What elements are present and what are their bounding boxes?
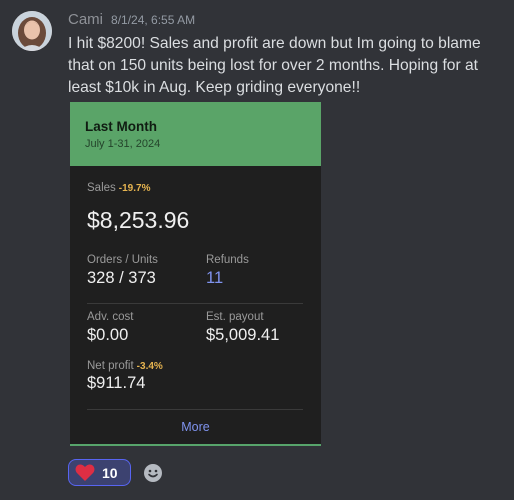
orders-units-label: Orders / Units <box>87 254 158 266</box>
divider <box>87 409 303 410</box>
refunds-value[interactable]: 11 <box>206 269 223 288</box>
chat-message: Cami 8/1/24, 6:55 AM I hit $8200! Sales … <box>0 0 514 500</box>
sales-label: Sales -19.7% <box>87 182 150 194</box>
heart-reaction[interactable]: 10 <box>68 459 131 486</box>
refunds-label: Refunds <box>206 254 249 266</box>
card-header: Last Month July 1-31, 2024 <box>70 102 321 166</box>
sales-value: $8,253.96 <box>87 207 190 233</box>
card-date-range: July 1-31, 2024 <box>85 138 161 150</box>
divider <box>87 303 303 304</box>
heart-icon <box>75 463 95 481</box>
message-header: Cami 8/1/24, 6:55 AM <box>68 11 195 28</box>
reaction-count: 10 <box>102 464 118 481</box>
timestamp: 8/1/24, 6:55 AM <box>111 13 196 27</box>
net-profit-label-text: Net profit <box>87 360 134 372</box>
more-button[interactable]: More <box>70 420 321 434</box>
sales-change: -19.7% <box>118 183 151 194</box>
adv-cost-value: $0.00 <box>87 326 129 344</box>
message-text: I hit $8200! Sales and profit are down b… <box>68 35 481 96</box>
orders-units-value: 328 / 373 <box>87 269 156 287</box>
smiley-face-icon <box>144 464 162 482</box>
add-reaction-button[interactable] <box>143 463 163 483</box>
avatar[interactable] <box>12 11 52 51</box>
username[interactable]: Cami <box>68 11 103 28</box>
net-profit-value: $911.74 <box>87 374 146 392</box>
net-profit-change: -3.4% <box>136 361 163 372</box>
card-title: Last Month <box>85 119 157 134</box>
est-payout-value: $5,009.41 <box>206 326 280 344</box>
est-payout-label: Est. payout <box>206 311 264 323</box>
adv-cost-label: Adv. cost <box>87 311 134 323</box>
stats-embed-card: Last Month July 1-31, 2024 Sales -19.7% $… <box>70 102 321 446</box>
sales-label-text: Sales <box>87 182 116 194</box>
net-profit-label: Net profit -3.4% <box>87 360 163 372</box>
